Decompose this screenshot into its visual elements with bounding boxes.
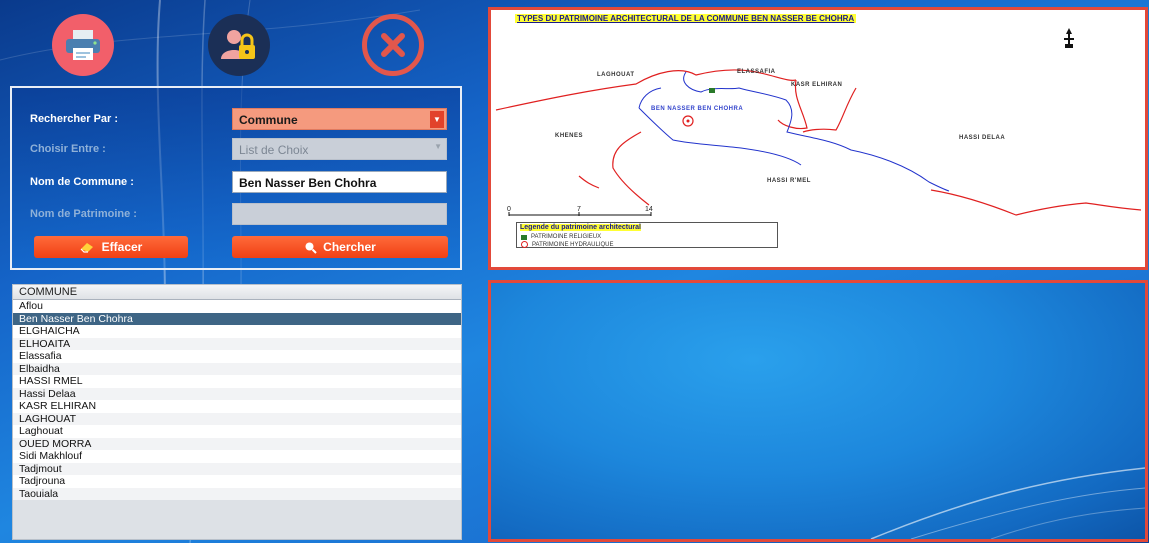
- map-label-elassafia: ELASSAFIA: [737, 69, 776, 75]
- search-by-select[interactable]: Commune ▼: [232, 108, 447, 130]
- list-item[interactable]: Aflou: [13, 300, 461, 313]
- list-item[interactable]: ELHOAITA: [13, 337, 461, 350]
- list-item[interactable]: LAGHOUAT: [13, 412, 461, 425]
- neighbor-border: [802, 87, 857, 133]
- close-button[interactable]: [362, 14, 424, 76]
- map-label-khenes: KHENES: [555, 133, 584, 139]
- list-item[interactable]: Hassi Delaa: [13, 387, 461, 400]
- religious-heritage-marker: [709, 88, 715, 93]
- list-item[interactable]: Taouiala: [13, 487, 461, 500]
- commune-list[interactable]: COMMUNE Aflou Ben Nasser Ben Chohra ELGHAI…: [12, 284, 462, 540]
- map-label-laghouat: LAGHOUAT: [597, 72, 635, 78]
- heritage-name-input[interactable]: [232, 203, 447, 225]
- heritage-name-label: Nom de Patrimoine :: [30, 208, 137, 220]
- map-label-hassi-rmel: HASSI R'MEL: [767, 178, 811, 184]
- list-item[interactable]: Elassafia: [13, 350, 461, 363]
- map-panel: TYPES DU PATRIMOINE ARCHITECTURAL DE LA …: [488, 7, 1148, 270]
- choose-row: Choisir Entre : List de Choix ▼: [30, 138, 450, 162]
- list-item[interactable]: Laghouat: [13, 425, 461, 438]
- list-item[interactable]: Ben Nasser Ben Chohra: [13, 312, 461, 325]
- heritage-name-row: Nom de Patrimoine :: [30, 203, 450, 227]
- list-item[interactable]: Sidi Makhlouf: [13, 450, 461, 463]
- neighbor-border: [495, 69, 797, 111]
- clear-button[interactable]: Effacer: [34, 236, 188, 258]
- list-item[interactable]: OUED MORRA: [13, 437, 461, 450]
- legend-religious-row: PATRIMOINE RELIGIEUX: [521, 234, 601, 240]
- choose-select[interactable]: List de Choix ▼: [232, 138, 447, 160]
- search-button[interactable]: Chercher: [232, 236, 448, 258]
- list-item[interactable]: Tadjmout: [13, 462, 461, 475]
- scale-label-0: 0: [507, 206, 511, 213]
- map-label-kasr-elhiran: KASR ELHIRAN: [791, 82, 843, 88]
- north-arrow-icon: [1064, 28, 1074, 48]
- search-by-value: Commune: [239, 113, 298, 127]
- well-icon: [521, 241, 528, 248]
- choose-value: List de Choix: [239, 143, 309, 157]
- mosque-icon: [521, 234, 527, 240]
- search-by-label: Rechercher Par :: [30, 113, 119, 125]
- user-lock-button[interactable]: [208, 14, 270, 76]
- chevron-down-icon: ▼: [430, 111, 444, 128]
- neighbor-border: [930, 189, 1142, 216]
- secondary-panel: [488, 280, 1148, 542]
- clear-button-label: Effacer: [101, 240, 143, 254]
- chevron-down-icon: ▼: [434, 142, 442, 151]
- legend-hydraulic-label: PATRIMOINE HYDRAULIQUE: [532, 241, 614, 248]
- list-item[interactable]: Elbaidha: [13, 362, 461, 375]
- user-lock-icon: [221, 30, 255, 59]
- legend-hydraulic-row: PATRIMOINE HYDRAULIQUE: [521, 241, 613, 248]
- map-legend: Legende du patrimoine architectural PATR…: [516, 222, 778, 248]
- scale-label-7: 7: [577, 206, 581, 213]
- list-item[interactable]: HASSI RMEL: [13, 375, 461, 388]
- legend-title: Legende du patrimoine architectural: [520, 224, 641, 231]
- list-item[interactable]: Tadjrouna: [13, 475, 461, 488]
- commune-name-input[interactable]: Ben Nasser Ben Chohra: [232, 171, 447, 193]
- search-button-label: Chercher: [323, 240, 376, 254]
- panel-background: [870, 467, 1145, 539]
- eraser-icon: [80, 243, 93, 253]
- commune-list-body: Aflou Ben Nasser Ben Chohra ELGHAICHA ELHOA…: [13, 300, 461, 500]
- list-item[interactable]: ELGHAICHA: [13, 325, 461, 338]
- commune-name-label: Nom de Commune :: [30, 176, 134, 188]
- commune-column-header[interactable]: COMMUNE: [13, 285, 461, 300]
- close-icon: [381, 33, 405, 57]
- printer-icon: [66, 30, 100, 60]
- neighbor-border: [612, 131, 650, 206]
- map-label-hassi-delaa: HASSI DELAA: [959, 135, 1006, 141]
- map-label-ben-nasser: BEN NASSER BEN CHOHRA: [651, 106, 744, 112]
- list-item[interactable]: KASR ELHIRAN: [13, 400, 461, 413]
- neighbor-border: [578, 175, 600, 189]
- scale-label-14: 14: [645, 206, 653, 213]
- search-icon: [305, 242, 317, 254]
- search-by-row: Rechercher Par : Commune ▼: [30, 108, 450, 132]
- search-panel: Rechercher Par : Commune ▼ Choisir Entre…: [10, 86, 462, 270]
- commune-border: [683, 71, 950, 192]
- legend-religious-label: PATRIMOINE RELIGIEUX: [531, 234, 602, 240]
- commune-border: [638, 107, 802, 166]
- print-button[interactable]: [52, 14, 114, 76]
- commune-name-row: Nom de Commune : Ben Nasser Ben Chohra: [30, 171, 450, 195]
- commune-border: [638, 87, 662, 109]
- choose-label: Choisir Entre :: [30, 143, 106, 155]
